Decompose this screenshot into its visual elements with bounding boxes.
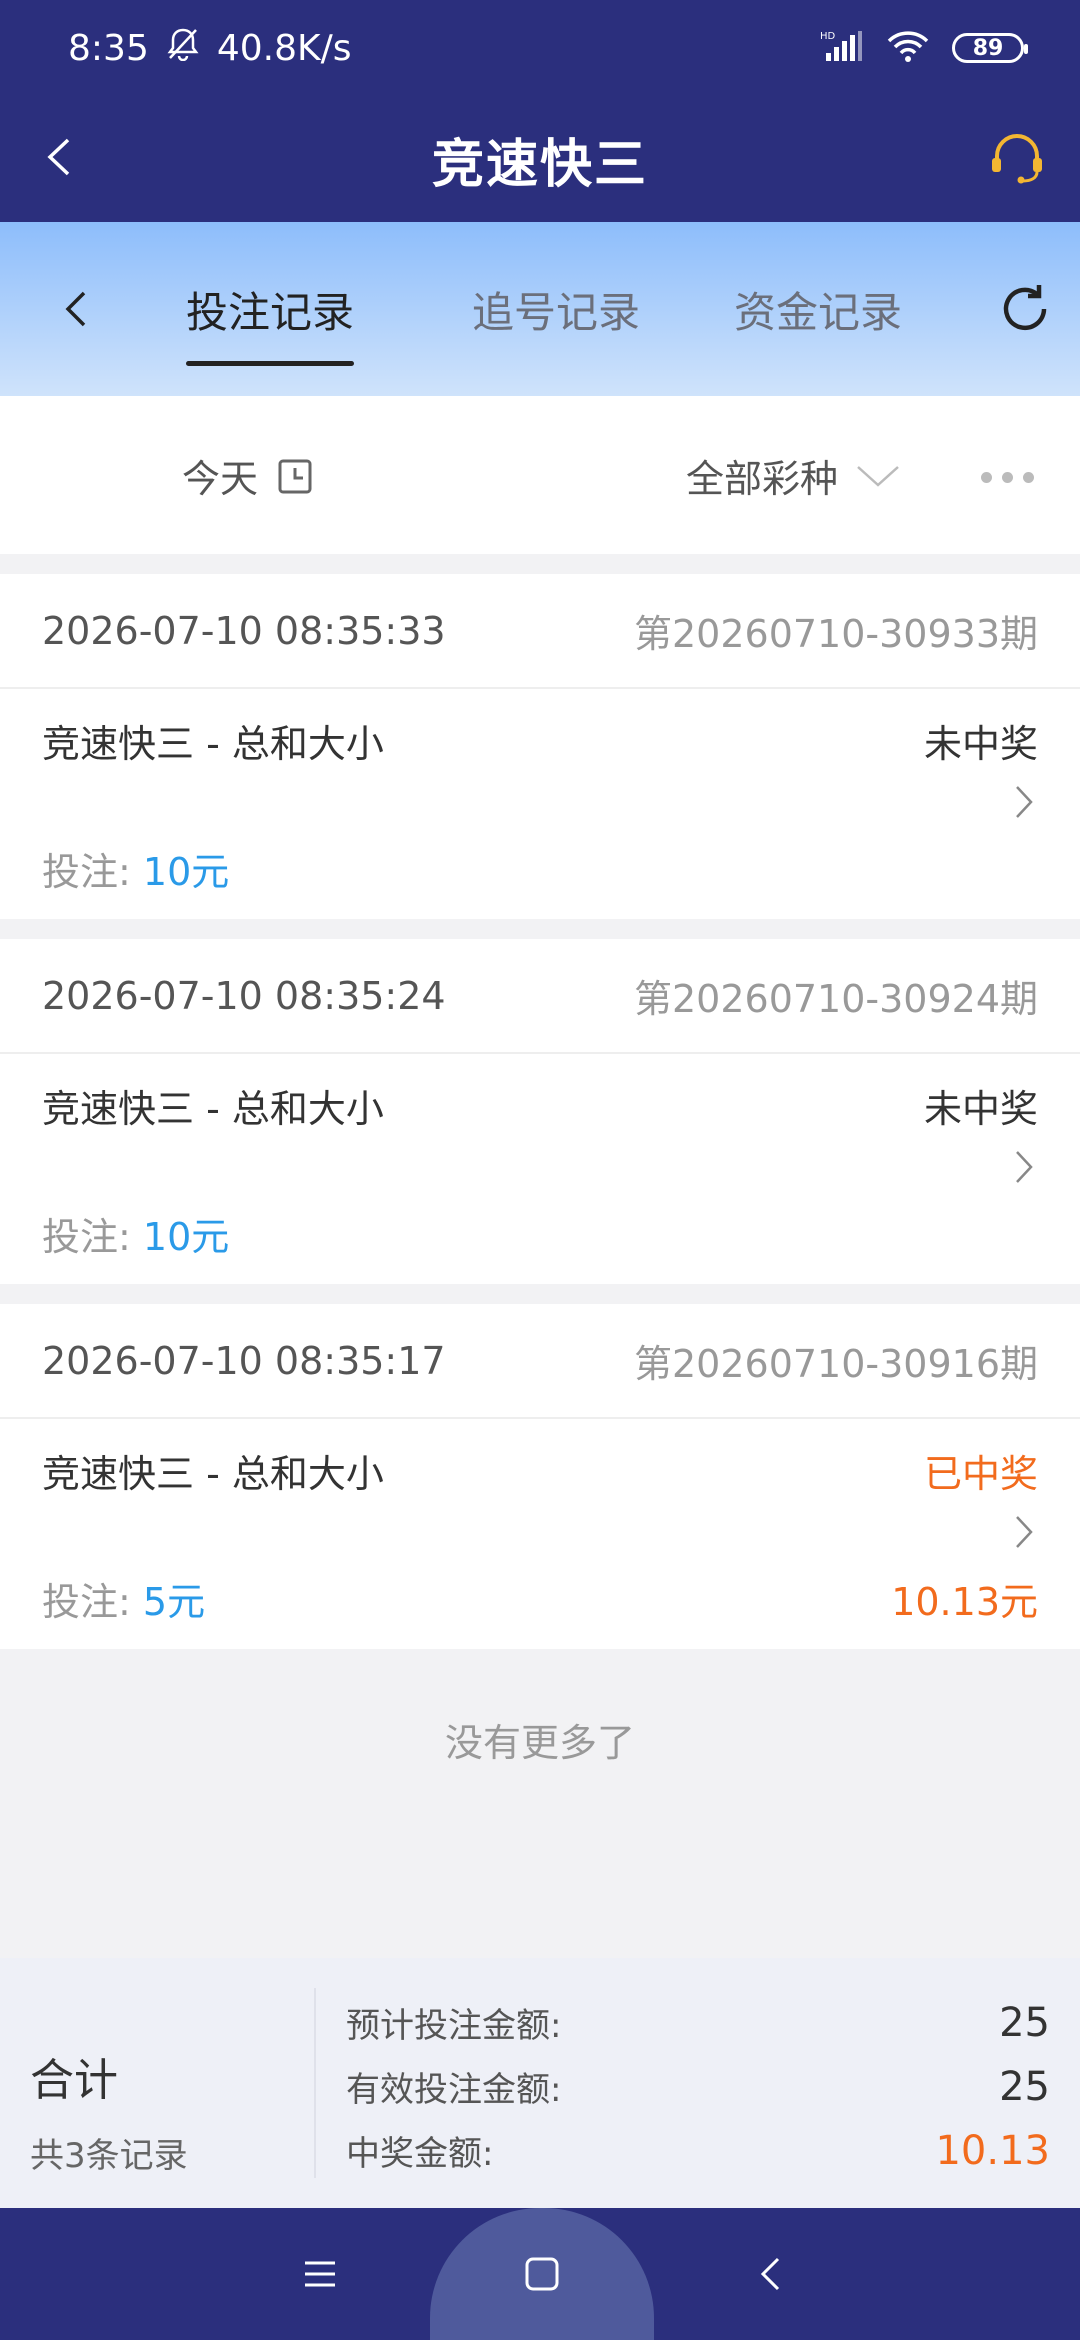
home-button[interactable]	[430, 2208, 654, 2340]
wifi-icon	[886, 29, 930, 67]
app-bar: 竞速快三	[0, 96, 1080, 222]
chevron-down-icon	[857, 465, 899, 487]
signal-icon: HD	[820, 29, 864, 67]
date-filter-label: 今天	[182, 457, 259, 501]
chevron-right-icon	[1004, 1142, 1044, 1192]
status-bar: 8:35 40.8K/s HD 89	[0, 0, 1080, 96]
summary-value: 10.13	[935, 2127, 1050, 2174]
date-filter[interactable]: 今天	[182, 448, 312, 503]
record-status: 未中奖	[923, 1087, 1038, 1131]
summary-key: 中奖金额:	[346, 2134, 494, 2174]
record-name: 竞速快三 - 总和大小	[42, 722, 384, 766]
filter-bar: 今天 全部彩种	[0, 396, 1080, 554]
record-prize: 10.13元	[891, 1580, 1038, 1624]
dot-icon	[1001, 471, 1013, 483]
summary-key: 预计投注金额:	[346, 2006, 562, 2046]
battery-icon: 89	[952, 33, 1028, 63]
tab-label: 资金记录	[734, 287, 903, 337]
network-speed: 40.8K/s	[216, 27, 352, 69]
record-time: 2026-07-10 08:35:33	[42, 608, 446, 653]
chevron-right-icon	[1004, 1507, 1044, 1557]
record-count: 共3条记录	[30, 2136, 188, 2176]
bet-label: 投注:	[42, 1215, 143, 1259]
chevron-right-icon	[1004, 777, 1044, 827]
battery-level: 89	[972, 35, 1004, 61]
bet-label: 投注:	[42, 850, 143, 894]
summary-row: 中奖金额: 10.13	[346, 2126, 1050, 2175]
customer-service-button[interactable]	[982, 124, 1052, 194]
bell-muted-icon	[167, 27, 199, 70]
system-back-button[interactable]	[740, 2228, 800, 2320]
bet-amount: 10元	[142, 1215, 230, 1259]
no-more-text: 没有更多了	[444, 1721, 635, 1765]
tab-bet-records[interactable]: 投注记录	[158, 222, 382, 396]
record-bet: 投注: 5元	[42, 1571, 205, 1626]
svg-text:HD: HD	[820, 31, 836, 42]
record-issue: 第20260710-30916期	[633, 1342, 1038, 1386]
record-status: 已中奖	[923, 1452, 1038, 1496]
bet-record-card[interactable]: 2026-07-10 08:35:33 第20260710-30933期 竞速快…	[0, 574, 1080, 919]
summary-value: 25	[999, 2063, 1050, 2110]
bet-amount: 5元	[142, 1580, 206, 1624]
refresh-icon	[1003, 285, 1047, 331]
back-button[interactable]	[24, 122, 94, 192]
record-issue: 第20260710-30933期	[633, 612, 1038, 656]
calendar-clock-icon	[278, 459, 312, 493]
summary-value: 25	[999, 1999, 1050, 2046]
dot-icon	[980, 471, 992, 483]
menu-icon	[305, 2261, 335, 2287]
system-nav-bar	[0, 2208, 1080, 2340]
tab-bar: 投注记录 追号记录 资金记录	[0, 222, 1080, 396]
square-icon	[525, 2257, 559, 2291]
lottery-filter-label: 全部彩种	[686, 457, 839, 501]
record-status: 未中奖	[923, 722, 1038, 766]
bet-record-card[interactable]: 2026-07-10 08:35:17 第20260710-30916期 竞速快…	[0, 1304, 1080, 1649]
refresh-button[interactable]	[990, 274, 1060, 344]
record-issue: 第20260710-30924期	[633, 977, 1038, 1021]
headset-icon	[992, 134, 1042, 184]
tab-active-indicator	[186, 361, 355, 366]
bet-label: 投注:	[42, 1580, 143, 1624]
chevron-left-icon	[65, 291, 86, 327]
record-bet: 投注: 10元	[42, 841, 229, 896]
lottery-filter[interactable]: 全部彩种	[686, 448, 900, 503]
tab-fund-records[interactable]: 资金记录	[706, 222, 930, 396]
summary-row: 预计投注金额: 25	[346, 1998, 1050, 2047]
chevron-left-icon	[47, 138, 70, 176]
record-name: 竞速快三 - 总和大小	[42, 1452, 384, 1496]
tab-label: 投注记录	[186, 287, 355, 337]
bet-record-card[interactable]: 2026-07-10 08:35:24 第20260710-30924期 竞速快…	[0, 939, 1080, 1284]
summary-label: 合计	[30, 2055, 118, 2106]
summary-divider	[314, 1988, 316, 2178]
record-name: 竞速快三 - 总和大小	[42, 1087, 384, 1131]
tab-chase-records[interactable]: 追号记录	[444, 222, 668, 396]
record-bet: 投注: 10元	[42, 1206, 229, 1261]
chevron-left-icon	[760, 2257, 780, 2291]
tab-back-button[interactable]	[40, 274, 110, 344]
page-title: 竞速快三	[431, 134, 648, 195]
record-time: 2026-07-10 08:35:17	[42, 1338, 446, 1383]
more-options-button[interactable]	[972, 452, 1042, 502]
status-time: 8:35	[68, 27, 149, 69]
summary-key: 有效投注金额:	[346, 2070, 562, 2110]
tab-label: 追号记录	[472, 287, 641, 337]
menu-button[interactable]	[290, 2228, 350, 2320]
bet-amount: 10元	[142, 850, 230, 894]
record-time: 2026-07-10 08:35:24	[42, 973, 446, 1018]
dot-icon	[1022, 471, 1034, 483]
summary-panel: 合计 共3条记录 预计投注金额: 25 有效投注金额: 25 中奖金额: 10.…	[0, 1958, 1080, 2208]
summary-row: 有效投注金额: 25	[346, 2062, 1050, 2111]
